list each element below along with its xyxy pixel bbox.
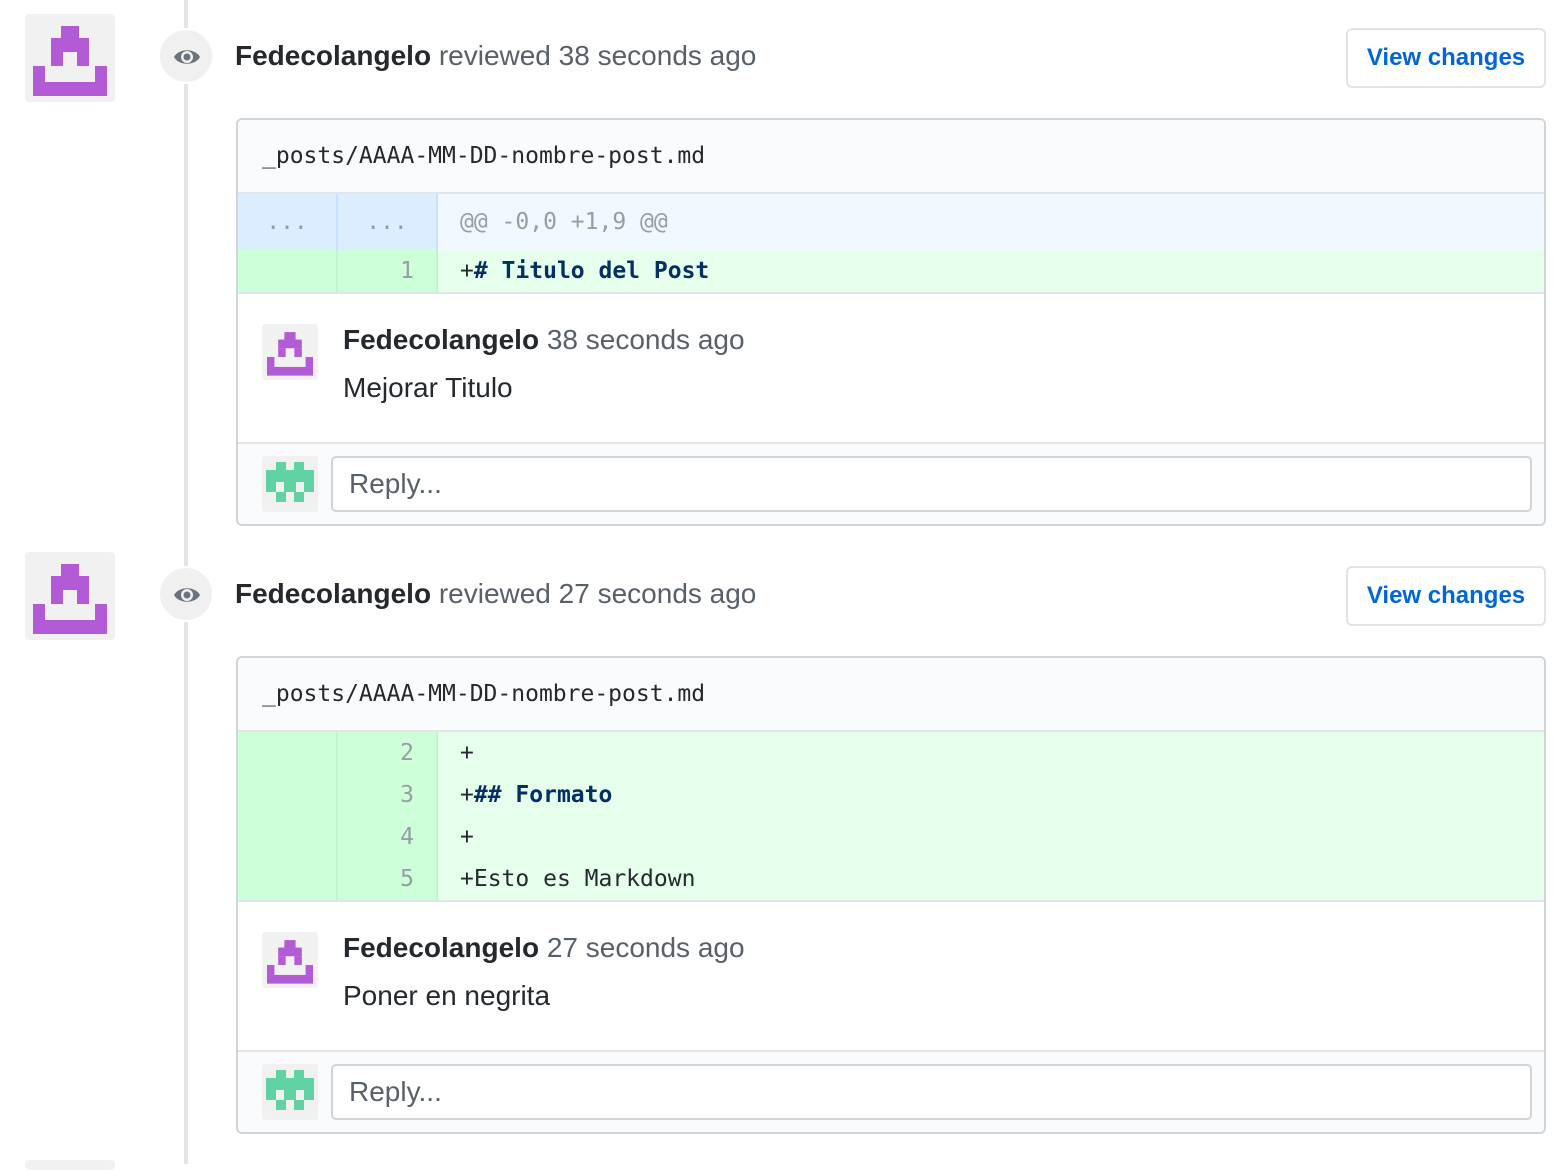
diff-hunk-row: ... ... @@ -0,0 +1,9 @@ (238, 194, 1544, 250)
diff-line: 5 + Esto es Markdown (238, 858, 1544, 900)
avatar[interactable] (25, 552, 115, 640)
comment-header: Fedecolangelo 38 seconds ago (343, 324, 745, 356)
review-time[interactable]: 27 seconds ago (559, 578, 757, 609)
reviewer-identicon (33, 564, 107, 634)
diff-prefix: + (460, 824, 474, 850)
review-comment: Fedecolangelo 27 seconds ago Poner en ne… (238, 900, 1544, 1050)
reply-area (238, 442, 1544, 524)
current-user-avatar[interactable] (262, 1064, 318, 1120)
review-comment: Fedecolangelo 38 seconds ago Mejorar Tit… (238, 292, 1544, 442)
view-changes-button[interactable]: View changes (1346, 566, 1546, 626)
current-user-identicon (266, 462, 314, 502)
old-line-number (238, 250, 338, 292)
current-user-avatar[interactable] (262, 456, 318, 512)
avatar[interactable] (25, 1160, 115, 1170)
new-line-number[interactable]: 4 (338, 816, 438, 858)
commenter-identicon (266, 332, 314, 376)
new-line-number[interactable]: 3 (338, 774, 438, 816)
file-path[interactable]: _posts/AAAA-MM-DD-nombre-post.md (238, 658, 1544, 732)
old-line-number (238, 774, 338, 816)
diff-line: 2 + (238, 732, 1544, 774)
comment-body: Poner en negrita (343, 980, 551, 1011)
commenter-identicon (266, 940, 314, 984)
review-file: _posts/AAAA-MM-DD-nombre-post.md ... ...… (236, 118, 1546, 526)
old-line-number[interactable]: ... (238, 194, 338, 250)
reply-input[interactable] (331, 456, 1532, 512)
eye-icon (174, 588, 200, 602)
comment-time[interactable]: 27 seconds ago (547, 932, 745, 963)
diff-text: ## Formato (473, 782, 613, 808)
diff-prefix: + (460, 866, 474, 892)
new-line-number[interactable]: 5 (338, 858, 438, 900)
review-badge (158, 28, 214, 84)
old-line-number (238, 858, 338, 900)
hunk-header: @@ -0,0 +1,9 @@ (460, 209, 668, 235)
review-author[interactable]: Fedecolangelo (235, 578, 431, 609)
eye-icon (174, 50, 200, 64)
old-line-number (238, 816, 338, 858)
diff-prefix: + (460, 258, 474, 284)
diff-code: + (438, 816, 1544, 858)
diff-line: 4 + (238, 816, 1544, 858)
diff-code: + ## Formato (438, 774, 1544, 816)
avatar[interactable] (25, 14, 115, 102)
diff-text: # Titulo del Post (473, 258, 710, 284)
reply-area (238, 1050, 1544, 1132)
view-changes-button[interactable]: View changes (1346, 28, 1546, 88)
diff-text: Esto es Markdown (473, 866, 696, 892)
diff-code: + # Titulo del Post (438, 250, 1544, 292)
review-time[interactable]: 38 seconds ago (559, 40, 757, 71)
review-header: Fedecolangelo reviewed 38 seconds ago (235, 40, 756, 72)
diff-prefix: + (460, 782, 474, 808)
new-line-number[interactable]: 1 (338, 250, 438, 292)
comment-author[interactable]: Fedecolangelo (343, 324, 539, 355)
review-file: _posts/AAAA-MM-DD-nombre-post.md 2 + 3 +… (236, 656, 1546, 1134)
comment-body: Mejorar Titulo (343, 372, 513, 403)
diff-code: + Esto es Markdown (438, 858, 1544, 900)
diff-code: + (438, 732, 1544, 774)
avatar[interactable] (262, 932, 318, 988)
new-line-number[interactable]: ... (338, 194, 438, 250)
review-author[interactable]: Fedecolangelo (235, 40, 431, 71)
comment-author[interactable]: Fedecolangelo (343, 932, 539, 963)
diff-prefix: + (460, 740, 474, 766)
review-badge (158, 566, 214, 622)
review-action: reviewed (438, 578, 551, 609)
diff-line: 3 + ## Formato (238, 774, 1544, 816)
file-path[interactable]: _posts/AAAA-MM-DD-nombre-post.md (238, 120, 1544, 194)
avatar[interactable] (262, 324, 318, 380)
diff-line: 1 + # Titulo del Post (238, 250, 1544, 292)
old-line-number (238, 732, 338, 774)
reply-input[interactable] (331, 1064, 1532, 1120)
comment-header: Fedecolangelo 27 seconds ago (343, 932, 745, 964)
current-user-identicon (266, 1070, 314, 1110)
new-line-number[interactable]: 2 (338, 732, 438, 774)
review-action: reviewed (438, 40, 551, 71)
comment-time[interactable]: 38 seconds ago (547, 324, 745, 355)
review-header: Fedecolangelo reviewed 27 seconds ago (235, 578, 756, 610)
reviewer-identicon (33, 26, 107, 96)
